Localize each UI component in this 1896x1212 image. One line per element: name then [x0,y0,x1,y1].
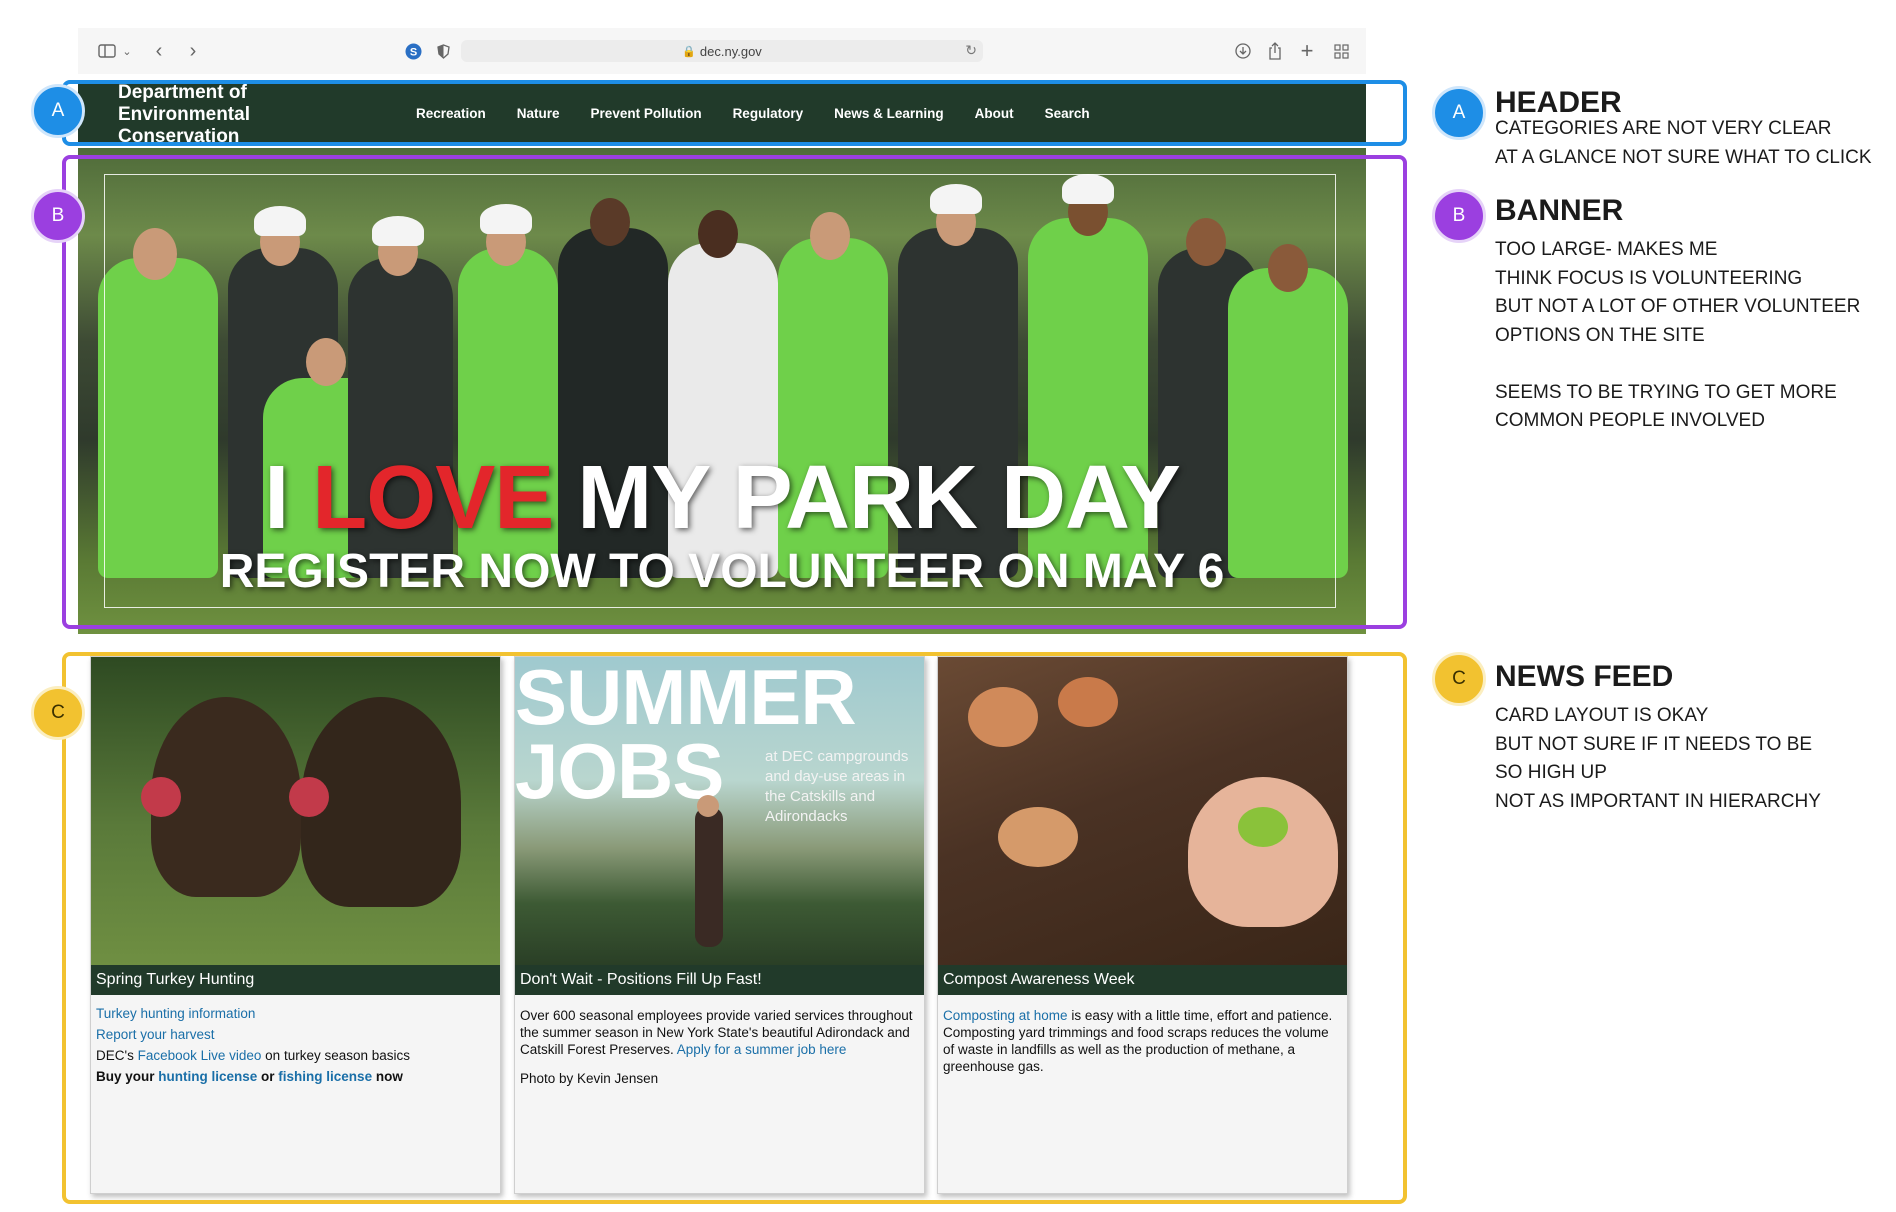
badge-b-left: B [31,189,85,243]
address-bar[interactable]: 🔒 dec.ny.gov ↻ [461,40,983,62]
badge-c-left: C [31,686,85,740]
badge-c-right: C [1432,652,1486,706]
extension-icon[interactable]: S [402,38,424,64]
forward-icon[interactable]: › [182,38,204,64]
back-icon[interactable]: ‹ [148,38,170,64]
svg-text:S: S [409,46,416,58]
annotation-text-news-feed: CARD LAYOUT IS OKAY BUT NOT SURE IF IT N… [1495,705,1821,812]
shield-icon[interactable] [432,38,454,64]
new-tab-icon[interactable]: + [1296,38,1318,64]
sidebar-icon[interactable] [96,38,118,64]
chevron-down-icon[interactable]: ⌄ [120,38,134,64]
url-text: dec.ny.gov [699,43,762,59]
annotation-box-news-feed [62,652,1407,1204]
annotation-title-banner: BANNER [1495,194,1624,227]
badge-b-right: B [1432,189,1486,243]
annotation-text-banner: TOO LARGE- MAKES ME THINK FOCUS IS VOLUN… [1495,239,1861,431]
annotation-box-banner [62,155,1407,629]
annotation-text-header: CATEGORIES ARE NOT VERY CLEAR AT A GLANC… [1495,118,1872,168]
tab-overview-icon[interactable] [1330,38,1352,64]
badge-a-right: A [1432,86,1486,140]
download-icon[interactable] [1232,38,1254,64]
annotation-title-news-feed: NEWS FEED [1495,660,1674,693]
share-icon[interactable] [1264,38,1286,64]
reload-icon[interactable]: ↻ [965,42,977,59]
lock-icon: 🔒 [682,45,696,58]
badge-a-left: A [31,84,85,138]
browser-toolbar: ⌄ ‹ › S 🔒 dec.ny.gov ↻ + [78,28,1366,74]
annotation-box-header [62,80,1407,146]
